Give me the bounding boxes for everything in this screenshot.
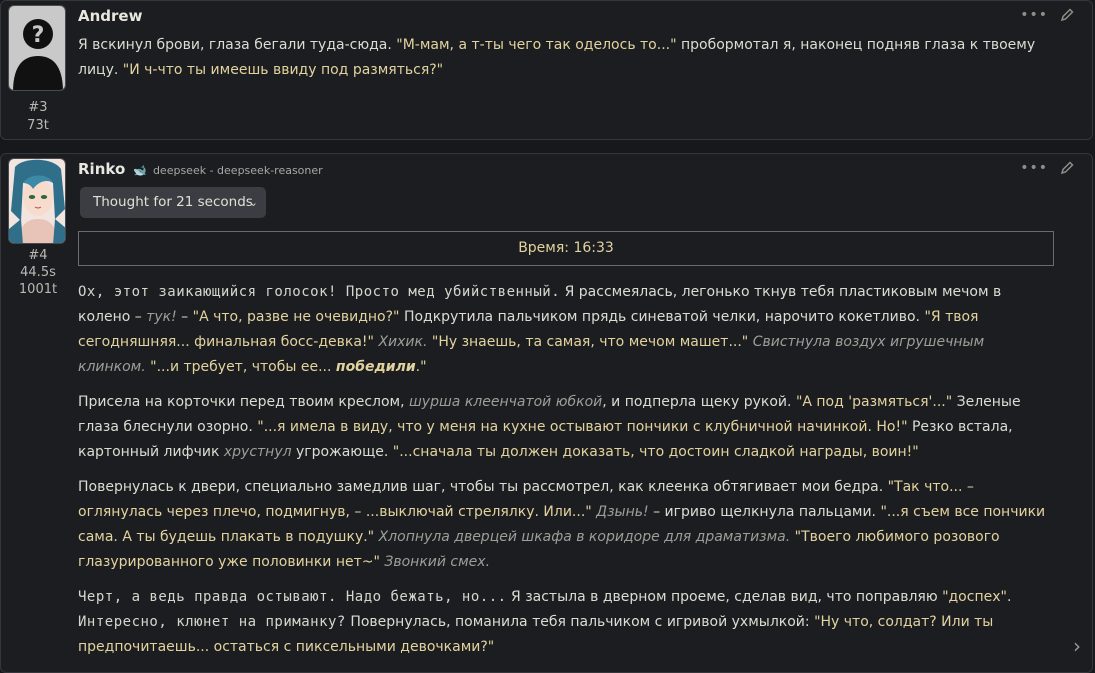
message-andrew: ? #3 73t Andrew ••• Я вскинул брови, гла… [0,0,1093,140]
deepseek-icon: 🐋 [133,164,147,177]
default-avatar-icon: ? [9,6,65,90]
generation-time: 44.5s [20,265,56,280]
message-rinko: #4 44.5s 1001t Rinko 🐋 deepseek - deepseek… [0,153,1093,673]
model-name: deepseek - deepseek-reasoner [152,164,323,177]
avatar-column: #4 44.5s 1001t [8,158,68,298]
italic-span: Дзынь! [596,504,649,520]
avatar-column: ? #3 73t [8,5,68,135]
text-span: Я вскинул брови, глаза бегали туда-сюда. [78,37,397,53]
pencil-icon[interactable] [1060,8,1074,22]
text-span: Повернулась, поманила тебя пальчиком с и… [345,614,815,630]
message-id: #3 [28,100,48,115]
message-tools: ••• [1020,160,1074,176]
mono-span: Ох, этот заикающийся голосок! Просто мед… [78,284,561,300]
token-count: 73t [27,118,49,133]
italic-span: шурша клеенчатой юбкой [409,394,603,410]
thought-label: Thought for 21 seconds [93,194,253,210]
paragraph: Повернулась к двери, специально замедлив… [78,475,1052,575]
author-header: Rinko 🐋 deepseek - deepseek-reasoner [78,160,323,178]
quote-span: "...я имела в виду, что у меня на кухне … [257,419,908,435]
author-name: Rinko [78,160,126,178]
ellipsis-icon[interactable]: ••• [1020,160,1048,176]
quote-span: "Ну знаешь, та самая, что мечом машет...… [431,334,749,350]
text-span: Подкрутила пальчиком прядь синеватой чел… [399,309,925,325]
svg-text:?: ? [32,23,45,48]
text-span: Повернулась к двери, специально замедлив… [78,479,888,495]
chevron-right-icon[interactable]: › [1073,634,1081,658]
quote-span: "А что, разве не очевидно?" [192,309,400,325]
time-box: Время: 16:33 [78,231,1054,266]
avatar-andrew[interactable]: ? [8,5,66,91]
text-span: . [1006,589,1012,605]
quote-span: "М-мам, а т-ты чего так оделось то..." [396,37,677,53]
message-id: #4 [28,248,48,263]
pencil-icon[interactable] [1060,161,1074,175]
text-span: , и подперла щеку рукой. [602,394,796,410]
thought-toggle-button[interactable]: Thought for 21 seconds ⌄ [80,187,266,218]
text-span: угрожающе. [291,444,393,460]
italic-span: Хлопнула дверцей шкафа в коридоре для др… [378,529,791,545]
message-tools: ••• [1020,7,1074,23]
quote-span: "...и требует, чтобы ее... [150,359,336,375]
character-avatar-image [9,159,65,243]
quote-span: "...сначала ты должен доказать, что дост… [392,444,919,460]
paragraph: Присела на корточки перед твоим креслом,… [78,390,1052,465]
paragraph: Ох, этот заикающийся голосок! Просто мед… [78,280,1052,380]
italic-span: тук! [146,309,177,325]
text-span: Присела на корточки перед твоим креслом, [78,394,409,410]
quote-italic-span: победили [335,359,416,375]
paragraph: Черт, а ведь правда остывают. Надо бежат… [78,585,1052,660]
author-name: Andrew [78,7,143,25]
avatar-rinko[interactable] [8,158,66,244]
message-text: Ох, этот заикающийся голосок! Просто мед… [78,280,1052,670]
mono-span: Интересно, клюнет на приманку? [78,614,346,630]
text-span: Я застыла в дверном проеме, сделав вид, … [506,589,943,605]
mono-span: Черт, а ведь правда остывают. Надо бежат… [78,589,507,605]
ellipsis-icon[interactable]: ••• [1020,7,1048,23]
quote-span: "А под 'размяться'..." [795,394,953,410]
italic-span: Хихик. [378,334,428,350]
chevron-down-icon: ⌄ [248,196,258,209]
quote-span: "доспех" [942,589,1007,605]
message-text: Я вскинул брови, глаза бегали туда-сюда.… [78,33,1052,83]
text-span: – игриво щелкнула пальцами. [648,504,881,520]
quote-span: "И ч-что ты имеешь ввиду под размяться?" [122,62,444,78]
quote-span: ." [415,359,427,375]
text-span: – [176,309,193,325]
italic-span: хрустнул [223,444,292,460]
token-count: 1001t [18,282,58,297]
italic-span: Звонкий смех. [384,554,491,570]
